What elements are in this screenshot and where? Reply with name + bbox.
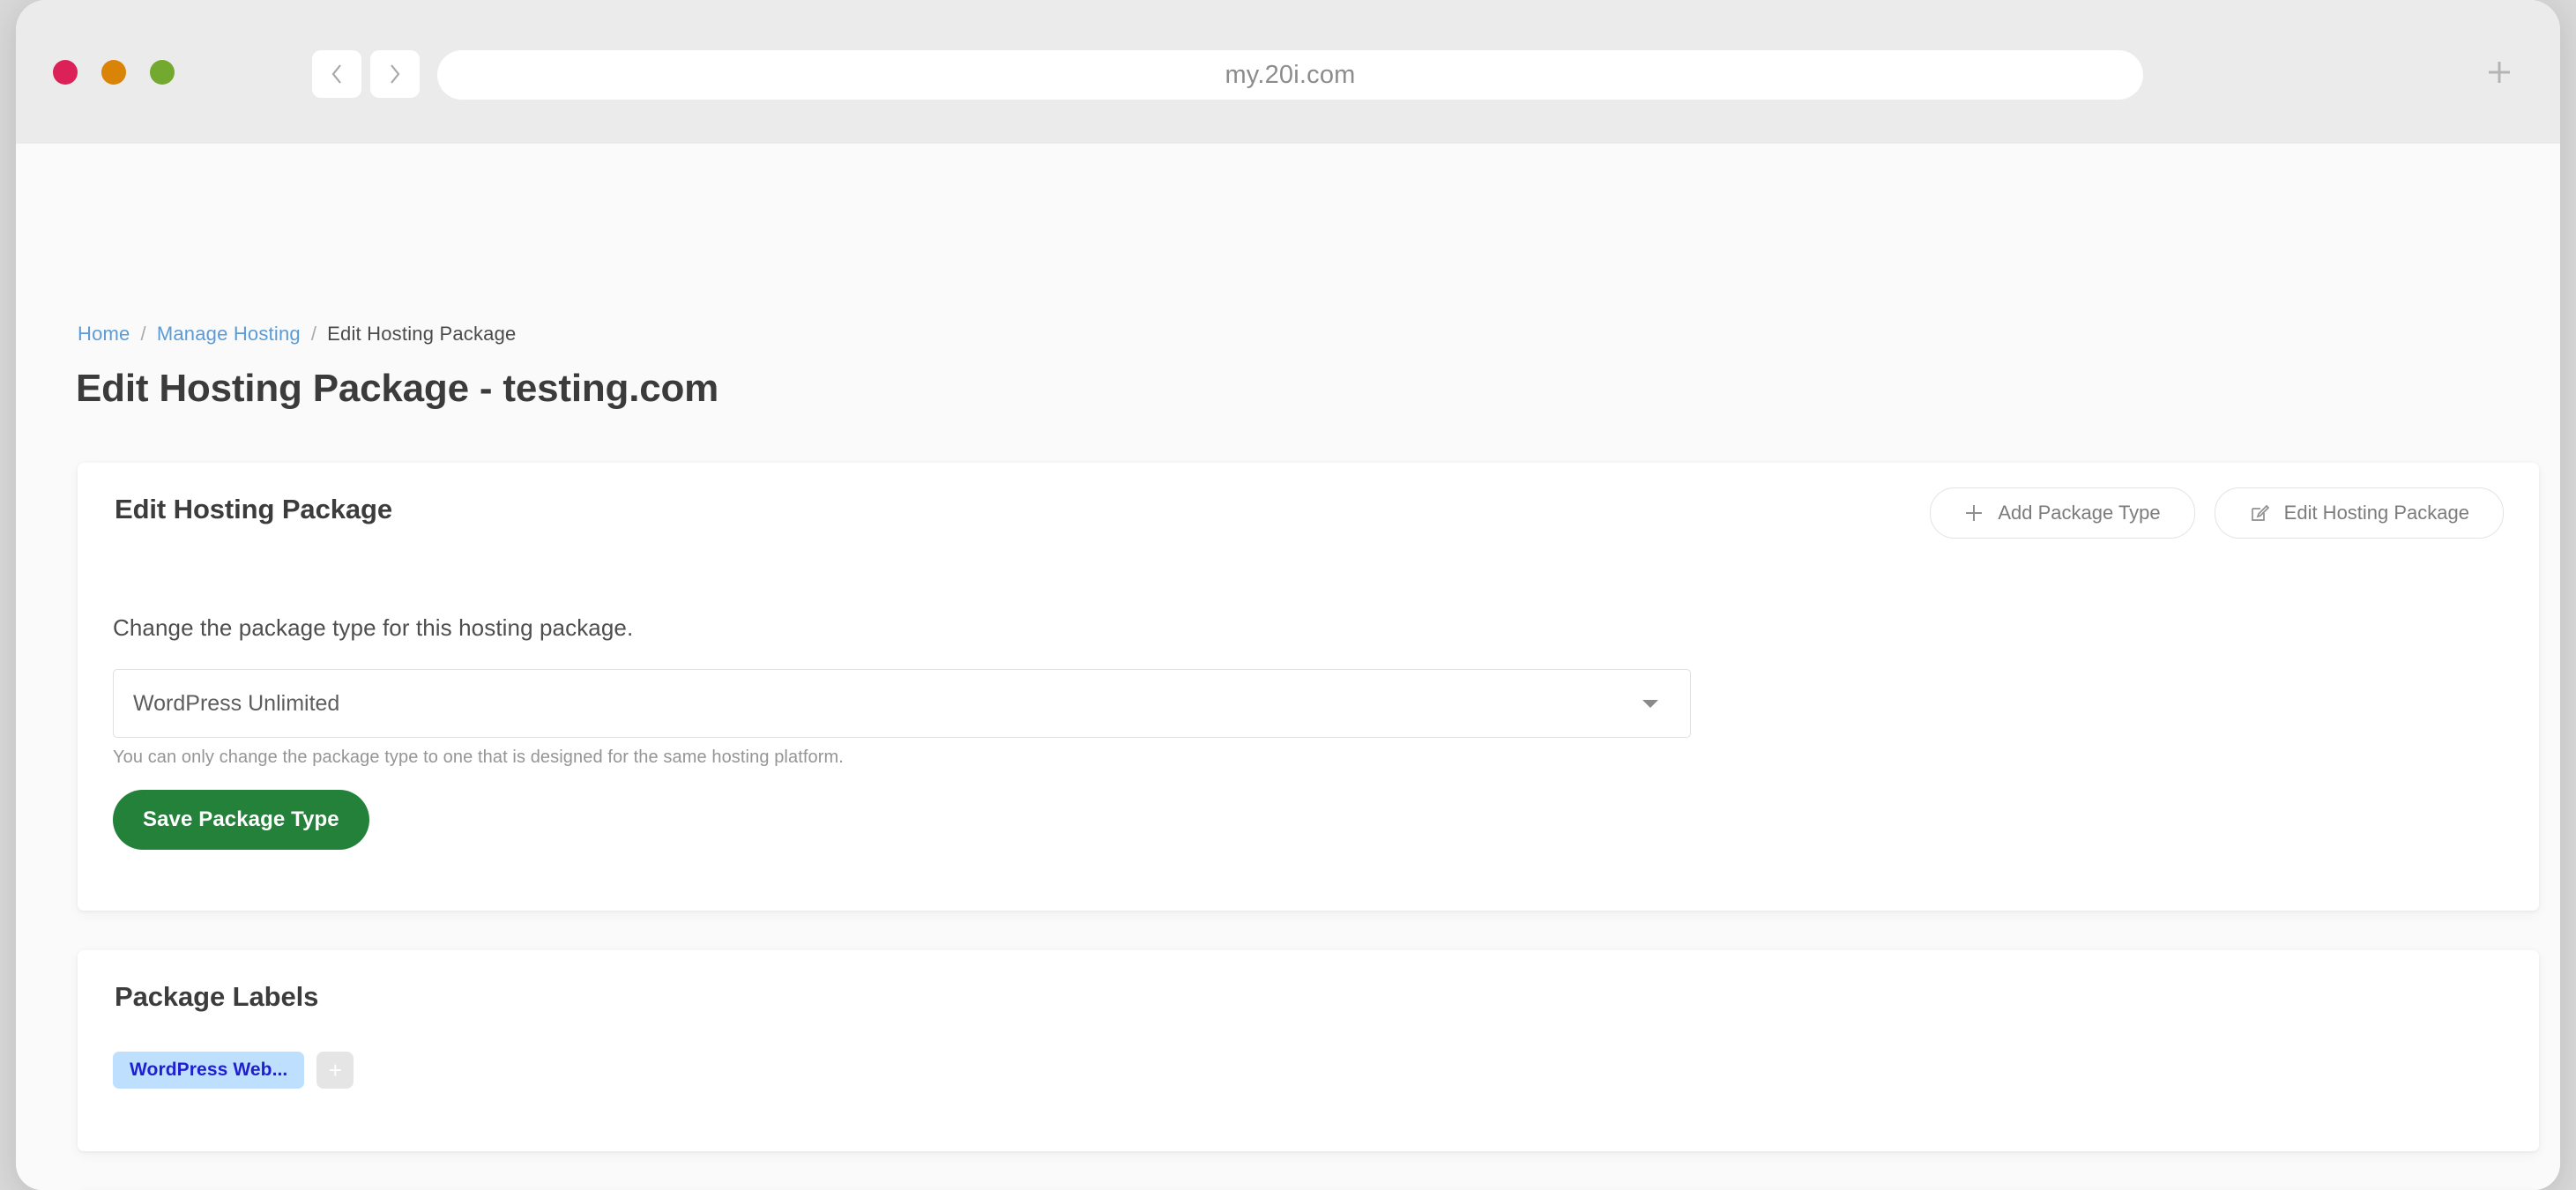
chevron-left-icon [328, 61, 346, 87]
chevron-down-icon [1642, 699, 1658, 708]
change-package-type-description: Change the package type for this hosting… [113, 614, 634, 641]
package-type-select-value: WordPress Unlimited [133, 690, 340, 716]
card-actions: Add Package Type Edit Hosting Package [1930, 487, 2504, 539]
breadcrumb: Home / Manage Hosting / Edit Hosting Pac… [78, 323, 516, 346]
page-title: Edit Hosting Package - testing.com [76, 367, 719, 410]
package-label-chip[interactable]: WordPress Web... [113, 1052, 305, 1089]
close-window-button[interactable] [53, 60, 78, 85]
edit-hosting-package-label: Edit Hosting Package [2283, 502, 2469, 524]
package-labels-card: Package Labels [78, 950, 2539, 1151]
breadcrumb-separator: / [310, 323, 317, 345]
navigation-buttons [312, 50, 420, 98]
edit-hosting-package-button[interactable]: Edit Hosting Package [2214, 487, 2504, 539]
add-package-label-button[interactable]: + [316, 1052, 354, 1089]
package-label-chip-text: WordPress Web... [130, 1060, 288, 1080]
plus-icon [1964, 503, 1984, 523]
maximize-window-button[interactable] [150, 60, 175, 85]
plus-icon: + [328, 1057, 342, 1083]
breadcrumb-item-manage-hosting[interactable]: Manage Hosting [157, 323, 301, 346]
plus-icon [2484, 57, 2514, 92]
browser-window: my.20i.com Home / Manage Hosting / Edit … [16, 0, 2560, 1190]
add-package-type-button[interactable]: Add Package Type [1930, 487, 2195, 539]
back-button[interactable] [312, 50, 361, 98]
breadcrumb-item-home[interactable]: Home [78, 323, 130, 346]
page-content: Home / Manage Hosting / Edit Hosting Pac… [16, 144, 2560, 1190]
card-title-package-labels: Package Labels [115, 981, 319, 1012]
minimize-window-button[interactable] [101, 60, 126, 85]
browser-toolbar: my.20i.com [16, 0, 2560, 144]
package-type-select[interactable]: WordPress Unlimited [113, 669, 1691, 738]
package-type-helper-text: You can only change the package type to … [113, 747, 844, 767]
pencil-square-icon [2249, 502, 2270, 524]
address-bar-url: my.20i.com [1225, 60, 1356, 89]
save-package-type-button[interactable]: Save Package Type [113, 790, 369, 850]
breadcrumb-separator: / [140, 323, 146, 345]
breadcrumb-item-current: Edit Hosting Package [327, 323, 517, 345]
address-bar[interactable]: my.20i.com [437, 50, 2143, 100]
chevron-right-icon [386, 61, 404, 87]
card-title-edit-hosting-package: Edit Hosting Package [115, 494, 392, 524]
new-tab-button[interactable] [2478, 53, 2520, 95]
add-package-type-label: Add Package Type [1998, 502, 2161, 524]
forward-button[interactable] [370, 50, 420, 98]
traffic-light-controls [53, 60, 175, 85]
package-labels-chip-list: WordPress Web... + [113, 1052, 354, 1089]
